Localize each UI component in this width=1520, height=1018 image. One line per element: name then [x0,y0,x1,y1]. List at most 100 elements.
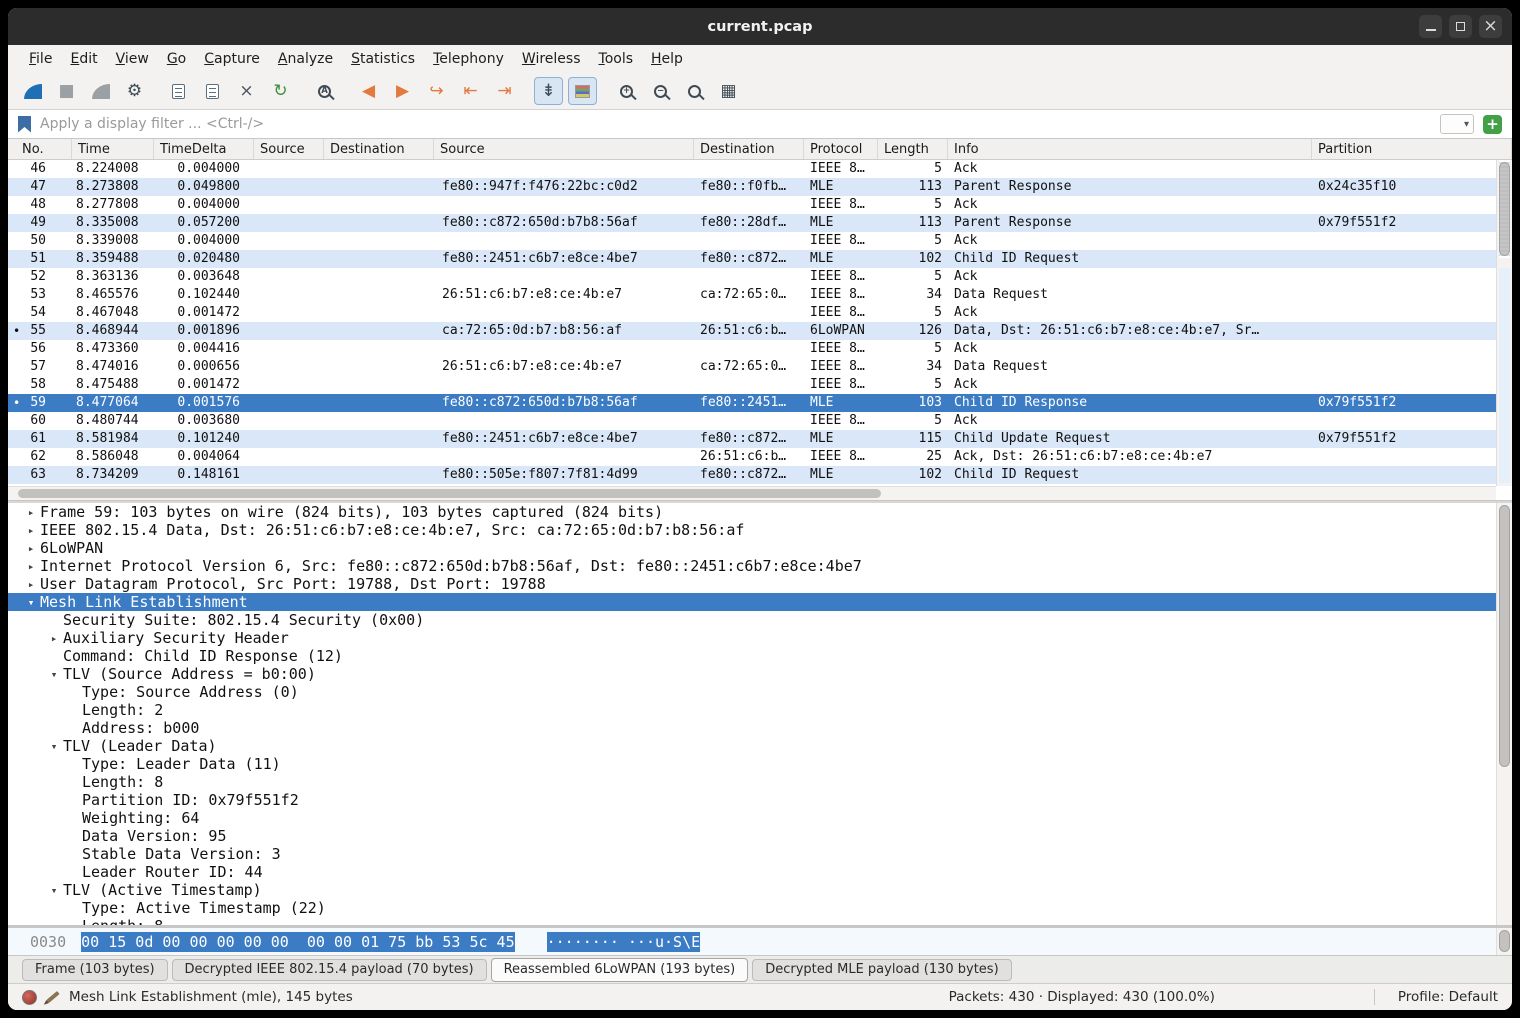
column-header-time[interactable]: Time [72,139,154,159]
tree-item[interactable]: Partition ID: 0x79f551f2 [8,791,1496,809]
expander-open-icon[interactable]: ▾ [45,668,63,681]
window-close-button[interactable]: × [1479,15,1502,38]
packet-row[interactable]: 598.4770640.001576fe80::c872:650d:b7b8:5… [8,394,1496,412]
packet-row[interactable]: 638.7342090.148161fe80::505e:f807:7f81:4… [8,466,1496,484]
tree-item[interactable]: Data Version: 95 [8,827,1496,845]
packet-row[interactable]: 498.3350080.057200fe80::c872:650d:b7b8:5… [8,214,1496,232]
zoom-reset-button[interactable] [680,77,709,105]
menu-item-file[interactable]: File [20,48,61,70]
detail-scrollbar-thumb[interactable] [1499,505,1510,767]
column-header-dst2[interactable]: Destination [694,139,804,159]
hex-bytes-selected[interactable]: 00 15 0d 00 00 00 00 00 00 00 01 75 bb 5… [81,932,514,952]
go-back-button[interactable]: ◀ [354,77,383,105]
byte-tab[interactable]: Decrypted IEEE 802.15.4 payload (70 byte… [172,959,487,981]
tree-item[interactable]: Length: 8 [8,917,1496,925]
packet-row[interactable]: 578.4740160.00065626:51:c6:b7:e8:ce:4b:e… [8,358,1496,376]
tree-item[interactable]: Type: Active Timestamp (22) [8,899,1496,917]
packet-row[interactable]: 468.2240080.004000IEEE 8…5Ack [8,160,1496,178]
column-header-src1[interactable]: Source [254,139,324,159]
column-header-part[interactable]: Partition [1312,139,1512,159]
display-filter-input[interactable] [40,116,1431,132]
expander-closed-icon[interactable]: ▸ [22,560,40,573]
tree-item[interactable]: Type: Source Address (0) [8,683,1496,701]
column-header-delta[interactable]: TimeDelta [154,139,254,159]
byte-view-scrollbar[interactable] [1496,928,1512,955]
go-to-packet-button[interactable]: ↪ [422,77,451,105]
packet-row[interactable]: 508.3390080.004000IEEE 8…5Ack [8,232,1496,250]
menu-item-view[interactable]: View [107,48,158,70]
tree-item[interactable]: Length: 8 [8,773,1496,791]
open-file-button[interactable] [164,77,193,105]
resize-columns-button[interactable]: ▦ [714,77,743,105]
add-filter-button-icon[interactable] [1483,115,1502,134]
expander-closed-icon[interactable]: ▸ [22,524,40,537]
menu-item-tools[interactable]: Tools [590,48,643,70]
packet-row[interactable]: 518.3594880.020480fe80::2451:c6b7:e8ce:4… [8,250,1496,268]
tree-item[interactable]: ▸Frame 59: 103 bytes on wire (824 bits),… [8,503,1496,521]
capture-options-button[interactable]: ⚙ [120,77,149,105]
column-header-len[interactable]: Length [878,139,948,159]
byte-tab[interactable]: Frame (103 bytes) [22,959,168,981]
packet-row[interactable]: 628.5860480.00406426:51:c6:b…IEEE 8…25Ac… [8,448,1496,466]
close-file-button[interactable]: × [232,77,261,105]
tree-item[interactable]: ▾TLV (Leader Data) [8,737,1496,755]
stop-capture-button[interactable]: ■ [52,77,81,105]
packet-row[interactable]: 548.4670480.001472IEEE 8…5Ack [8,304,1496,322]
tree-item[interactable]: Security Suite: 802.15.4 Security (0x00) [8,611,1496,629]
tree-item[interactable]: ▸User Datagram Protocol, Src Port: 19788… [8,575,1496,593]
packet-row[interactable]: 478.2738080.049800fe80::947f:f476:22bc:c… [8,178,1496,196]
tree-item[interactable]: Type: Leader Data (11) [8,755,1496,773]
filter-dropdown-icon[interactable] [1440,114,1474,134]
hex-ascii-selected[interactable]: ········ ···u·S\E [547,932,701,952]
go-first-packet-button[interactable]: ⇤ [456,77,485,105]
tree-item[interactable]: Leader Router ID: 44 [8,863,1496,881]
menu-item-telephony[interactable]: Telephony [424,48,513,70]
packet-list-scrollbar[interactable] [1496,160,1512,486]
column-header-src2[interactable]: Source [434,139,694,159]
tree-item[interactable]: ▾TLV (Source Address = b0:00) [8,665,1496,683]
filter-bookmark-icon[interactable] [18,116,31,133]
byte-tab[interactable]: Reassembled 6LoWPAN (193 bytes) [491,958,749,982]
packet-row[interactable]: 558.4689440.001896ca:72:65:0d:b7:b8:56:a… [8,322,1496,340]
tree-item[interactable]: ▾TLV (Active Timestamp) [8,881,1496,899]
tree-item[interactable]: Stable Data Version: 3 [8,845,1496,863]
colorize-button[interactable] [568,77,597,105]
byte-view-scrollbar-thumb[interactable] [1499,930,1510,952]
go-last-packet-button[interactable]: ⇥ [490,77,519,105]
column-header-info[interactable]: Info [948,139,1312,159]
tree-item[interactable]: ▸Internet Protocol Version 6, Src: fe80:… [8,557,1496,575]
detail-scrollbar[interactable] [1496,503,1512,925]
profile-text[interactable]: Profile: Default [1398,989,1498,1005]
capture-comment-icon[interactable] [46,991,59,1003]
packet-list-hscrollbar[interactable] [8,486,1496,500]
menu-item-statistics[interactable]: Statistics [342,48,424,70]
zoom-out-button[interactable]: − [646,77,675,105]
expander-closed-icon[interactable]: ▸ [22,506,40,519]
tree-item[interactable]: Weighting: 64 [8,809,1496,827]
save-file-button[interactable] [198,77,227,105]
go-forward-button[interactable]: ▶ [388,77,417,105]
packet-row[interactable]: 488.2778080.004000IEEE 8…5Ack [8,196,1496,214]
reload-button[interactable]: ↻ [266,77,295,105]
tree-item[interactable]: ▸6LoWPAN [8,539,1496,557]
menu-item-go[interactable]: Go [158,48,195,70]
expander-open-icon[interactable]: ▾ [45,884,63,897]
packet-list-scrollbar-thumb[interactable] [1499,162,1510,256]
expander-closed-icon[interactable]: ▸ [45,632,63,645]
menu-item-edit[interactable]: Edit [61,48,106,70]
tree-item[interactable]: ▾Mesh Link Establishment [8,593,1496,611]
start-capture-button[interactable] [18,77,47,105]
packet-row[interactable]: 528.3631360.003648IEEE 8…5Ack [8,268,1496,286]
tree-item[interactable]: ▸Auxiliary Security Header [8,629,1496,647]
tree-item[interactable]: Command: Child ID Response (12) [8,647,1496,665]
zoom-in-button[interactable]: + [612,77,641,105]
byte-tab[interactable]: Decrypted MLE payload (130 bytes) [752,959,1011,981]
expander-open-icon[interactable]: ▾ [45,740,63,753]
packet-row[interactable]: 588.4754880.001472IEEE 8…5Ack [8,376,1496,394]
packet-row[interactable]: 538.4655760.10244026:51:c6:b7:e8:ce:4b:e… [8,286,1496,304]
tree-item[interactable]: Length: 2 [8,701,1496,719]
column-header-no[interactable]: No. [8,139,72,159]
tree-item[interactable]: Address: b000 [8,719,1496,737]
find-packet-button[interactable]: A [310,77,339,105]
expander-closed-icon[interactable]: ▸ [22,578,40,591]
